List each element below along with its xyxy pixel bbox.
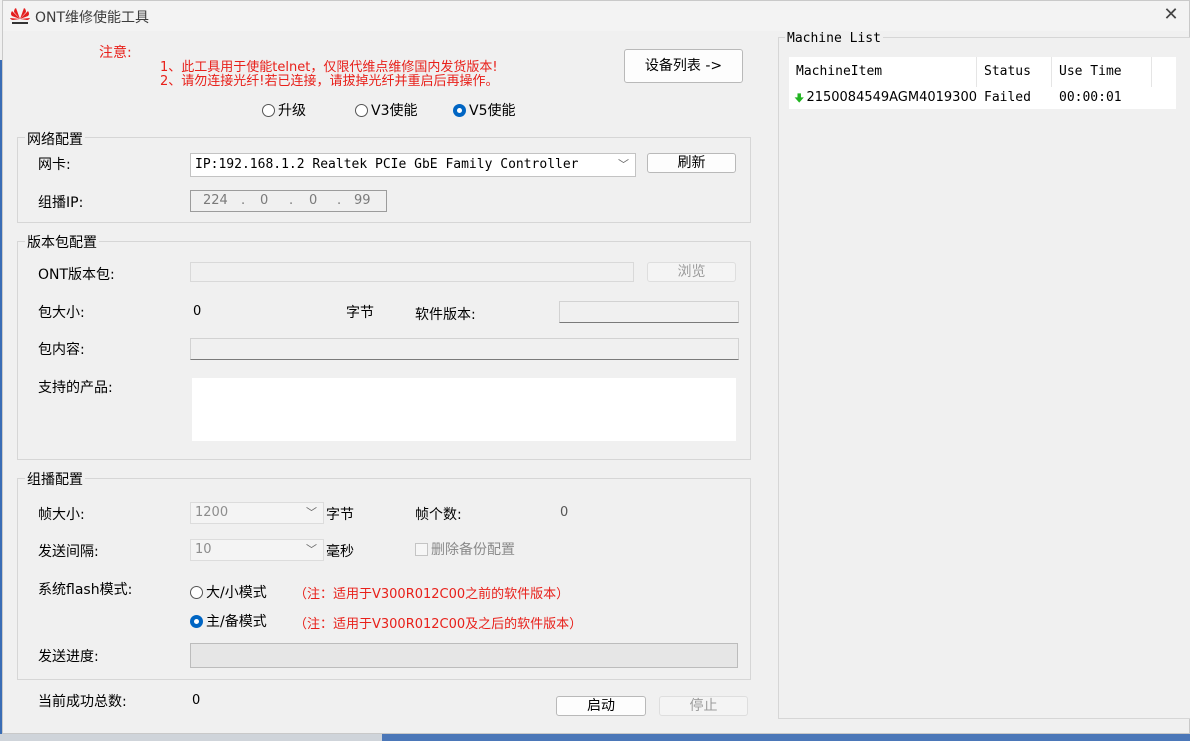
radio-circle: [190, 585, 203, 599]
flash-option-2-note: （注：适用于V300R012C00及之后的软件版本）: [294, 617, 583, 632]
machine-list-group: [778, 37, 1190, 719]
send-interval-label: 发送间隔:: [38, 544, 99, 560]
send-interval-select[interactable]: 10 ﹀: [190, 539, 324, 561]
send-interval-value: 10: [195, 542, 212, 557]
chevron-down-icon: ﹀: [306, 543, 317, 556]
multicast-config-title: 组播配置: [25, 469, 85, 489]
ip-octet-2: 0: [260, 193, 269, 208]
ip-octet-1: 224: [203, 193, 228, 208]
mode-radio-upgrade[interactable]: 升级: [262, 100, 306, 120]
title-bar[interactable]: [3, 1, 1189, 31]
table-row[interactable]: 2150084549AGM4019300: [794, 87, 977, 109]
app-window: ONT维修使能工具 ✕ 注意: 1、此工具用于使能telnet，仅限代维点维修国…: [2, 0, 1190, 734]
radio-circle: [262, 103, 275, 117]
flash-mode-label: 系统flash模式:: [38, 582, 133, 598]
supported-products-list[interactable]: [192, 378, 736, 441]
multicast-ip-label: 组播IP:: [38, 195, 84, 211]
start-button[interactable]: 启动: [556, 696, 646, 716]
column-header-use-time[interactable]: Use Time: [1052, 57, 1152, 87]
package-size-value: 0: [193, 304, 202, 319]
ont-package-label: ONT版本包:: [38, 267, 115, 283]
chevron-down-icon: ﹀: [618, 158, 629, 171]
mode-radio-v5[interactable]: V5使能: [453, 100, 515, 120]
ip-octet-3: 0: [309, 193, 318, 208]
chevron-down-icon: ﹀: [306, 506, 317, 519]
nic-select[interactable]: IP:192.168.1.2 Realtek PCIe GbE Family C…: [190, 153, 636, 177]
device-list-button[interactable]: 设备列表 ->: [624, 49, 743, 83]
machine-list-title: Machine List: [785, 31, 883, 46]
stop-button[interactable]: 停止: [659, 696, 748, 716]
radio-circle-selected: [190, 614, 203, 628]
huawei-logo-icon: [10, 8, 30, 24]
frame-count-label: 帧个数:: [415, 507, 462, 523]
column-header-machine-item[interactable]: MachineItem: [789, 57, 977, 87]
green-down-arrow-icon: [794, 93, 804, 103]
send-progress-bar: [190, 643, 738, 668]
mode-v5-label: V5使能: [469, 103, 516, 119]
flash-mode-radio-big-small[interactable]: 大/小模式: [190, 582, 267, 602]
success-total-label: 当前成功总数:: [38, 694, 127, 710]
radio-circle-selected: [453, 103, 466, 117]
flash-option-2-label: 主/备模式: [206, 614, 267, 630]
checkbox-box: [415, 542, 428, 556]
network-config-title: 网络配置: [25, 129, 85, 149]
radio-circle: [355, 103, 368, 117]
ip-dot: .: [337, 193, 342, 208]
delete-backup-checkbox[interactable]: 删除备份配置: [415, 539, 515, 559]
frame-size-unit: 字节: [326, 507, 354, 523]
column-header-status[interactable]: Status: [977, 57, 1052, 87]
package-config-title: 版本包配置: [25, 232, 99, 252]
frame-size-value: 1200: [195, 505, 229, 520]
row-machine-item: 2150084549AGM4019300: [806, 90, 977, 105]
frame-size-label: 帧大小:: [38, 507, 85, 523]
row-use-time: 00:00:01: [1059, 90, 1122, 105]
software-version-field: [559, 301, 739, 323]
package-content-field: [190, 338, 739, 360]
browse-button[interactable]: 浏览: [647, 262, 736, 282]
success-total-value: 0: [192, 693, 201, 708]
mode-upgrade-label: 升级: [278, 103, 306, 119]
row-status: Failed: [984, 90, 1031, 105]
frame-size-select[interactable]: 1200 ﹀: [190, 502, 324, 524]
notice-label: 注意:: [99, 45, 132, 61]
desktop-window-edge: [382, 734, 1190, 741]
package-size-unit: 字节: [346, 305, 374, 321]
software-version-label: 软件版本:: [415, 307, 476, 323]
send-interval-unit: 毫秒: [326, 544, 354, 560]
flash-option-1-label: 大/小模式: [206, 585, 267, 601]
package-size-label: 包大小:: [38, 305, 85, 321]
frame-count-value: 0: [560, 505, 569, 520]
flash-mode-radio-main-backup[interactable]: 主/备模式: [190, 611, 267, 631]
mode-radio-v3[interactable]: V3使能: [355, 100, 417, 120]
multicast-ip-field[interactable]: 224 . 0 . 0 . 99: [190, 190, 387, 212]
machine-list-table[interactable]: MachineItem Status Use Time 2150084549AG…: [789, 57, 1176, 109]
ip-dot: .: [289, 193, 294, 208]
send-progress-label: 发送进度:: [38, 649, 99, 665]
delete-backup-label: 删除备份配置: [431, 542, 515, 558]
ip-dot: .: [241, 193, 246, 208]
supported-products-label: 支持的产品:: [38, 380, 113, 396]
notice-line-2: 2、请勿连接光纤!若已连接，请拔掉光纤并重启后再操作。: [160, 74, 499, 89]
flash-option-1-note: （注：适用于V300R012C00之前的软件版本）: [294, 587, 570, 602]
nic-label: 网卡:: [38, 157, 71, 173]
package-content-label: 包内容:: [38, 342, 85, 358]
refresh-button[interactable]: 刷新: [647, 153, 736, 173]
close-icon[interactable]: ✕: [1161, 5, 1181, 25]
mode-v3-label: V3使能: [371, 103, 418, 119]
window-title: ONT维修使能工具: [35, 10, 150, 26]
nic-value: IP:192.168.1.2 Realtek PCIe GbE Family C…: [195, 157, 579, 172]
ip-octet-4: 99: [354, 193, 371, 208]
ont-package-path-field[interactable]: [190, 262, 634, 282]
